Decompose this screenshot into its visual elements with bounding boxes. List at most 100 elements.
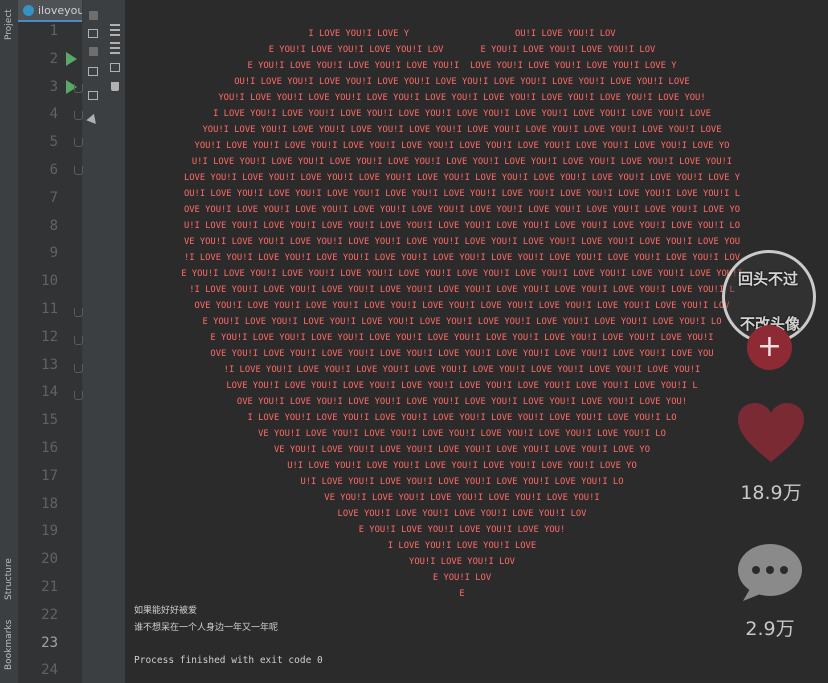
heart-output-line: OU!I LOVE YOU!I LOVE YOU!I LOVE YOU!I LO… <box>234 77 690 87</box>
line-number: 11 <box>41 301 58 317</box>
heart-output-line: YOU!I LOVE YOU!I LOVE YOU!I LOVE YOU!I L… <box>218 93 706 103</box>
heart-output-line: I LOVE YOU!I LOVE YOU!I LOVE <box>387 541 537 551</box>
like-button[interactable] <box>737 402 805 464</box>
line-number: 3 <box>49 78 58 95</box>
fold-marker-icon[interactable] <box>74 166 83 175</box>
clear-all-button[interactable] <box>109 80 121 92</box>
fold-marker-icon[interactable] <box>74 391 83 400</box>
plus-icon: + <box>756 328 783 364</box>
line-number: 19 <box>41 523 58 540</box>
process-exit-message: Process finished with exit code 0 <box>134 655 323 666</box>
heart-output-line: I LOVE YOU!I LOVE YOU!I LOVE YOU!I LOVE … <box>213 109 711 119</box>
fold-marker-icon[interactable] <box>74 364 83 373</box>
comment-button[interactable] <box>737 543 803 603</box>
heart-output-line: I LOVE YOU!I LOVE Y OU!I LOVE YOU!I LOV <box>308 29 616 39</box>
editor-file-tab[interactable]: iloveyou.ja <box>18 0 82 22</box>
comment-bubble-icon <box>738 544 802 601</box>
heart-output-line: VE YOU!I LOVE YOU!I LOVE YOU!I LOVE YOU!… <box>183 237 741 247</box>
settings-button[interactable] <box>87 45 99 57</box>
structure-tool-tab[interactable]: Structure <box>1 552 17 606</box>
heart-output-line: E YOU!I LOVE YOU!I LOVE YOU!I LOVE YOU!I… <box>247 61 677 71</box>
line-number: 8 <box>49 217 58 234</box>
line-number: 15 <box>41 412 58 429</box>
heart-output-line: OU!I LOVE YOU!I LOVE YOU!I LOVE YOU!I LO… <box>183 189 741 199</box>
line-number: 24 <box>41 662 58 679</box>
heart-output-line: YOU!I LOVE YOU!I LOVE YOU!I LOVE YOU!I L… <box>194 141 730 151</box>
run-gutter-icon[interactable] <box>66 52 77 66</box>
heart-output-line: E YOU!I LOV <box>432 573 492 583</box>
heart-output-line: E <box>459 589 465 599</box>
fold-marker-icon[interactable] <box>74 84 83 93</box>
pin-tab-button[interactable] <box>86 113 100 127</box>
fold-marker-icon[interactable] <box>74 308 83 317</box>
pin-icon <box>86 113 100 127</box>
heart-output-line: U!I LOVE YOU!I LOVE YOU!I LOVE YOU!I LOV… <box>183 221 741 231</box>
scroll-to-end-button[interactable] <box>109 42 121 54</box>
print-button[interactable] <box>109 61 121 73</box>
line-number: 13 <box>41 356 58 373</box>
line-number: 23 <box>41 634 58 651</box>
heart-output-line: U!I LOVE YOU!I LOVE YOU!I LOVE YOU!I LOV… <box>191 157 733 167</box>
heart-output-line: U!I LOVE YOU!I LOVE YOU!I LOVE YOU!I LOV… <box>287 461 637 471</box>
fold-marker-icon[interactable] <box>74 111 83 120</box>
bookmarks-tool-tab[interactable]: Bookmarks <box>1 616 17 674</box>
heart-output-line: !I LOVE YOU!I LOVE YOU!I LOVE YOU!I LOVE… <box>189 285 735 295</box>
camera-button[interactable] <box>87 27 99 39</box>
heart-output-line: VE YOU!I LOVE YOU!I LOVE YOU!I LOVE YOU!… <box>273 445 651 455</box>
gear-icon <box>88 46 98 56</box>
avatar-text-top: 回头不过 <box>738 270 799 288</box>
line-number: 20 <box>41 551 58 568</box>
run-console: I LOVE YOU!I LOVE Y OU!I LOVE YOU!I LOV E… <box>126 0 828 683</box>
comment-count: 2.9万 <box>745 618 795 640</box>
line-number: 22 <box>41 606 58 623</box>
heart-output-line: OVE YOU!I LOVE YOU!I LOVE YOU!I LOVE YOU… <box>183 205 741 215</box>
heart-output-line: E YOU!I LOVE YOU!I LOVE YOU!I LOVE YOU!I… <box>202 317 722 327</box>
exit-button[interactable] <box>87 65 99 77</box>
fold-marker-icon[interactable] <box>74 336 83 345</box>
heart-icon <box>738 403 804 462</box>
project-tool-tab[interactable]: Project <box>1 4 17 46</box>
layout-icon <box>88 90 98 100</box>
heart-output-line: VE YOU!I LOVE YOU!I LOVE YOU!I LOVE YOU!… <box>324 493 600 503</box>
like-count: 18.9万 <box>740 482 802 504</box>
line-number: 21 <box>41 579 58 595</box>
heart-output-line: E YOU!I LOVE YOU!I LOVE YOU!I LOVE YOU!I… <box>181 269 743 279</box>
stop-button[interactable] <box>87 9 99 21</box>
line-number: 2 <box>49 50 58 67</box>
heart-output-line: LOVE YOU!I LOVE YOU!I LOVE YOU!I LOVE YO… <box>337 509 587 519</box>
heart-output-line: YOU!I LOVE YOU!I LOV <box>409 557 515 567</box>
soft-wrap-button[interactable] <box>109 24 121 36</box>
line-number: 6 <box>49 162 58 178</box>
heart-output-line: E YOU!I LOVE YOU!I LOVE YOU!I LOVE YOU!I… <box>210 333 714 343</box>
run-toolbar-primary <box>83 0 106 683</box>
follow-button[interactable]: + <box>747 325 792 370</box>
fold-marker-icon[interactable] <box>74 138 83 147</box>
camera-icon <box>88 28 98 38</box>
heart-output-line: OVE YOU!I LOVE YOU!I LOVE YOU!I LOVE YOU… <box>236 397 688 407</box>
heart-output-line: LOVE YOU!I LOVE YOU!I LOVE YOU!I LOVE YO… <box>183 173 741 183</box>
bookmarks-tab-label: Bookmarks <box>4 619 14 671</box>
project-tab-label: Project <box>4 9 14 41</box>
soft-wrap-icon <box>110 24 120 36</box>
heart-output-line: OVE YOU!I LOVE YOU!I LOVE YOU!I LOVE YOU… <box>194 301 730 311</box>
stop-icon <box>88 10 98 20</box>
run-toolbar-secondary <box>105 0 126 683</box>
heart-output-line: YOU!I LOVE YOU!I LOVE YOU!I LOVE YOU!I L… <box>202 125 722 135</box>
java-class-icon <box>23 4 34 16</box>
line-number: 7 <box>49 189 58 206</box>
console-output-line: 谁不想呆在一个人身边一年又一年呢 <box>134 623 279 633</box>
heart-output-line: E YOU!I LOVE YOU!I LOVE YOU!I LOVE YOU! <box>358 525 566 535</box>
line-number: 12 <box>41 328 58 345</box>
line-number: 14 <box>41 384 58 401</box>
layout-button[interactable] <box>87 89 99 101</box>
structure-tab-label: Structure <box>4 558 14 600</box>
line-number: 18 <box>41 495 58 512</box>
heart-output-line: I LOVE YOU!I LOVE YOU!I LOVE YOU!I LOVE … <box>247 413 677 423</box>
line-number: 17 <box>41 467 58 484</box>
heart-output-line: OVE YOU!I LOVE YOU!I LOVE YOU!I LOVE YOU… <box>210 349 714 359</box>
line-number: 4 <box>49 106 58 123</box>
file-tab-name: iloveyou.ja <box>38 3 82 17</box>
heart-output-line: E YOU!I LOVE YOU!I LOVE YOU!I LOV E YOU!… <box>268 45 656 55</box>
line-number: 9 <box>49 245 58 262</box>
line-number: 10 <box>41 273 58 290</box>
